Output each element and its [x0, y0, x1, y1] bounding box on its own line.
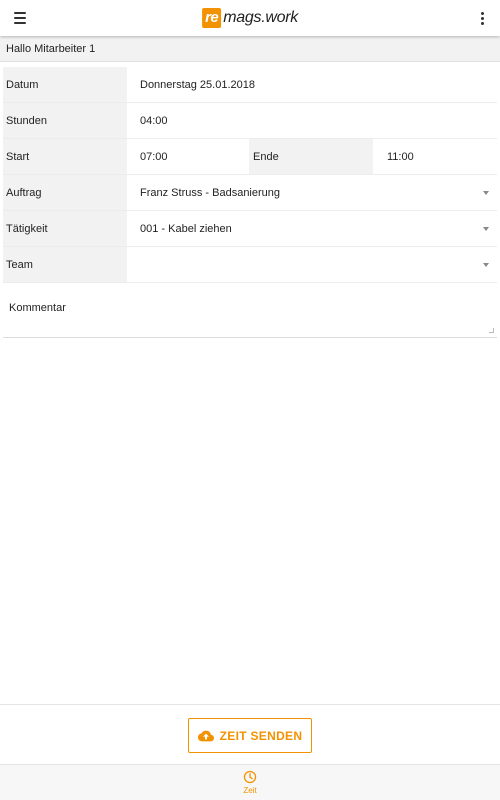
- app-bar: re mags.work: [0, 0, 500, 36]
- datum-field[interactable]: Donnerstag 25.01.2018: [127, 67, 497, 102]
- row-taetigkeit: Tätigkeit 001 - Kabel ziehen: [3, 211, 497, 247]
- resize-handle-icon[interactable]: [489, 328, 494, 333]
- clock-icon: [243, 770, 257, 784]
- auftrag-label: Auftrag: [3, 175, 127, 210]
- ende-label: Ende: [249, 139, 373, 174]
- taetigkeit-select[interactable]: 001 - Kabel ziehen: [127, 211, 497, 246]
- dropdown-arrow-icon: [483, 191, 489, 195]
- start-label: Start: [3, 139, 127, 174]
- cloud-upload-icon: [197, 730, 214, 741]
- stunden-label: Stunden: [3, 103, 127, 138]
- row-stunden: Stunden 04:00: [3, 103, 497, 139]
- dropdown-arrow-icon: [483, 263, 489, 267]
- taetigkeit-value: 001 - Kabel ziehen: [140, 223, 232, 235]
- stunden-field[interactable]: 04:00: [127, 103, 497, 138]
- row-start-ende: Start 07:00 Ende 11:00: [3, 139, 497, 175]
- team-label: Team: [3, 247, 127, 282]
- app-logo: re mags.work: [202, 7, 298, 29]
- greeting-text: Hallo Mitarbeiter 1: [0, 36, 500, 62]
- dropdown-arrow-icon: [483, 227, 489, 231]
- menu-icon[interactable]: [6, 4, 34, 32]
- ende-field[interactable]: 11:00: [373, 139, 497, 174]
- datum-label: Datum: [3, 67, 127, 102]
- auftrag-select[interactable]: Franz Struss - Badsanierung: [127, 175, 497, 210]
- zeit-senden-button[interactable]: ZEIT SENDEN: [188, 718, 312, 753]
- zeit-senden-label: ZEIT SENDEN: [219, 728, 303, 743]
- kommentar-container: [3, 288, 497, 338]
- start-field[interactable]: 07:00: [127, 139, 249, 174]
- row-auftrag: Auftrag Franz Struss - Badsanierung: [3, 175, 497, 211]
- nav-label-zeit: Zeit: [243, 786, 257, 795]
- send-area: ZEIT SENDEN: [0, 704, 500, 764]
- nav-item-zeit[interactable]: Zeit: [225, 767, 275, 799]
- logo-prefix: re: [202, 8, 222, 28]
- team-select[interactable]: [127, 247, 497, 282]
- bottom-nav: Zeit: [0, 764, 500, 800]
- row-datum: Datum Donnerstag 25.01.2018: [3, 67, 497, 103]
- taetigkeit-label: Tätigkeit: [3, 211, 127, 246]
- app-root: re mags.work Hallo Mitarbeiter 1 Datum Do…: [0, 0, 500, 800]
- auftrag-value: Franz Struss - Badsanierung: [140, 187, 281, 199]
- row-team: Team: [3, 247, 497, 283]
- more-vert-icon[interactable]: [470, 6, 494, 30]
- time-entry-form: Datum Donnerstag 25.01.2018 Stunden 04:0…: [3, 67, 497, 338]
- logo-suffix: mags.work: [223, 9, 298, 26]
- kommentar-input[interactable]: [3, 288, 497, 337]
